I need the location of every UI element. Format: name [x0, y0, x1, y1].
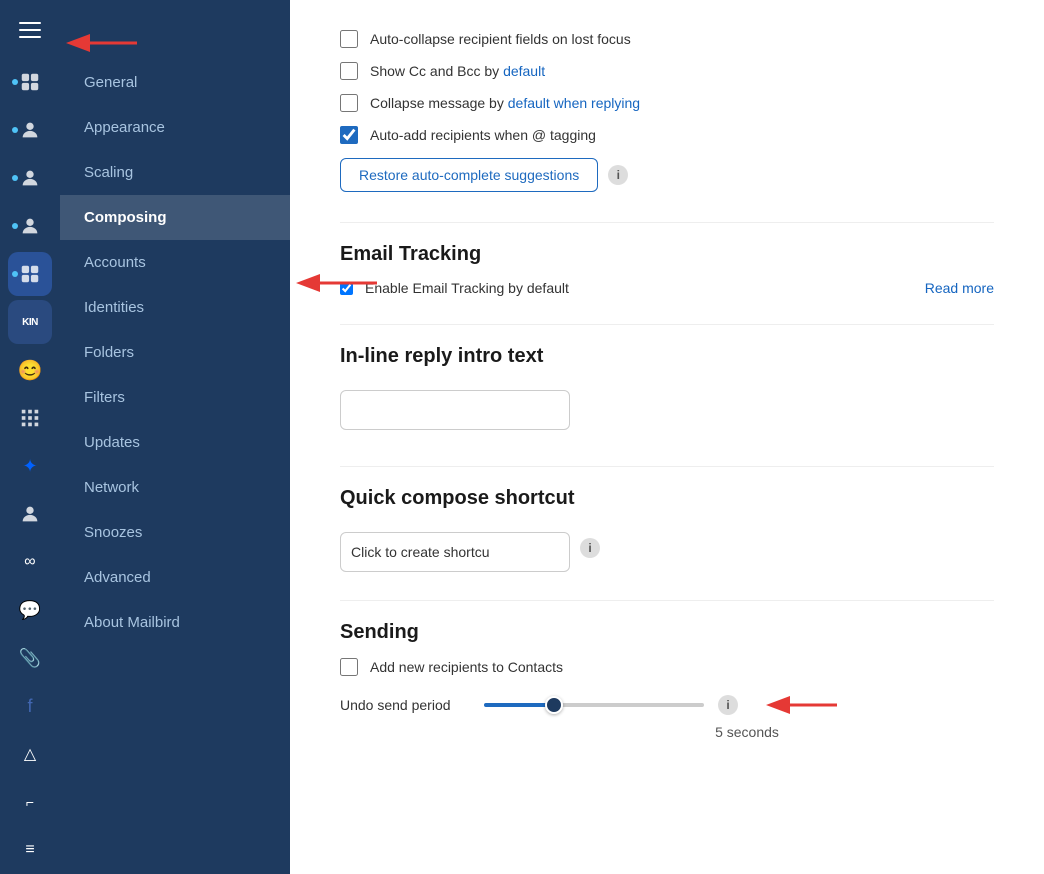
auto-add-recipients-label: Auto-add recipients when @ tagging: [370, 127, 596, 143]
rail-icon-g1[interactable]: [8, 60, 52, 104]
hamburger-menu[interactable]: [10, 10, 50, 50]
read-more-link[interactable]: Read more: [925, 280, 994, 296]
slider-info-icon[interactable]: i: [718, 695, 738, 715]
sidebar-item-network[interactable]: Network: [60, 465, 290, 510]
rail-icon-person[interactable]: [8, 492, 52, 536]
auto-collapse-label: Auto-collapse recipient fields on lost f…: [370, 31, 631, 47]
show-cc-bcc-checkbox[interactable]: [340, 62, 358, 80]
checkbox-row-1: Auto-collapse recipient fields on lost f…: [340, 30, 994, 48]
rail-icon-smiley[interactable]: 😊: [8, 348, 52, 392]
dot-indicator: [12, 79, 18, 85]
auto-collapse-checkbox[interactable]: [340, 30, 358, 48]
rail-icon-grid[interactable]: [8, 396, 52, 440]
restore-info-icon[interactable]: i: [608, 165, 628, 185]
sidebar-item-filters[interactable]: Filters: [60, 375, 290, 420]
undo-send-value: 5 seconds: [500, 724, 994, 740]
rail-icon-user1[interactable]: [8, 108, 52, 152]
quick-compose-title: Quick compose shortcut: [340, 487, 994, 510]
rail-icon-dropbox[interactable]: ✦: [8, 444, 52, 488]
restore-button[interactable]: Restore auto-complete suggestions: [340, 158, 598, 192]
quick-compose-input[interactable]: [340, 532, 570, 572]
email-tracking-title: Email Tracking: [340, 243, 994, 266]
restore-row: Restore auto-complete suggestions i: [340, 158, 994, 192]
sidebar-item-general[interactable]: General: [60, 60, 290, 105]
sidebar-item-scaling[interactable]: Scaling: [60, 150, 290, 195]
sidebar-item-appearance[interactable]: Appearance: [60, 105, 290, 150]
default-replying-highlight: default when replying: [508, 95, 640, 111]
dot-indicator: [12, 271, 18, 277]
sidebar: General Appearance Scaling Composing Acc…: [60, 0, 290, 874]
add-recipients-row: Add new recipients to Contacts: [340, 658, 994, 676]
divider-4: [340, 600, 994, 601]
rail-icon-clip2[interactable]: ⌐: [8, 780, 52, 824]
sidebar-item-folders[interactable]: Folders: [60, 330, 290, 375]
rail-icon-g2[interactable]: [8, 252, 52, 296]
tracking-left: Enable Email Tracking by default: [340, 280, 569, 296]
rail-icon-user2[interactable]: [8, 156, 52, 200]
rail-icon-drive[interactable]: △: [8, 732, 52, 776]
checkbox-row-3: Collapse message by default when replyin…: [340, 94, 994, 112]
email-tracking-checkbox[interactable]: [340, 282, 353, 295]
icon-rail: KIN 😊 ✦ ∞ 💬 📎 f △ ⌐ ≡: [0, 0, 60, 874]
sidebar-item-snoozes[interactable]: Snoozes: [60, 510, 290, 555]
rail-icon-kin[interactable]: KIN: [8, 300, 52, 344]
checkbox-row-4: Auto-add recipients when @ tagging: [340, 126, 994, 144]
auto-add-recipients-checkbox[interactable]: [340, 126, 358, 144]
slider-row: Undo send period i: [340, 690, 994, 720]
inline-reply-input[interactable]: [340, 390, 570, 430]
rail-icon-infinity[interactable]: ∞: [8, 540, 52, 584]
collapse-message-checkbox[interactable]: [340, 94, 358, 112]
dot-indicator: [12, 127, 18, 133]
rail-icon-facebook[interactable]: f: [8, 684, 52, 728]
sidebar-item-updates[interactable]: Updates: [60, 420, 290, 465]
divider-1: [340, 222, 994, 223]
main-content: Auto-collapse recipient fields on lost f…: [290, 0, 1044, 874]
sending-title: Sending: [340, 621, 994, 644]
rail-icon-layers[interactable]: ≡: [8, 828, 52, 872]
dot-indicator: [12, 223, 18, 229]
shortcut-info-icon[interactable]: i: [580, 538, 600, 558]
email-tracking-label: Enable Email Tracking by default: [365, 280, 569, 296]
checkbox-row-2: Show Cc and Bcc by default: [340, 62, 994, 80]
rail-icon-attach[interactable]: 📎: [8, 636, 52, 680]
undo-send-label: Undo send period: [340, 697, 470, 713]
sidebar-item-composing[interactable]: Composing: [60, 195, 290, 240]
divider-3: [340, 466, 994, 467]
dot-indicator: [12, 175, 18, 181]
collapse-message-label: Collapse message by default when replyin…: [370, 95, 640, 111]
default-highlight: default: [503, 63, 545, 79]
sidebar-item-about[interactable]: About Mailbird: [60, 600, 290, 645]
sidebar-item-accounts[interactable]: Accounts: [60, 240, 290, 285]
sidebar-item-identities[interactable]: Identities: [60, 285, 290, 330]
add-recipients-label: Add new recipients to Contacts: [370, 659, 563, 675]
undo-send-slider[interactable]: [484, 703, 704, 707]
divider-2: [340, 324, 994, 325]
sidebar-item-advanced[interactable]: Advanced: [60, 555, 290, 600]
annotation-arrow-3: [762, 690, 842, 720]
add-recipients-checkbox[interactable]: [340, 658, 358, 676]
shortcut-row: i: [340, 524, 994, 572]
inline-reply-title: In-line reply intro text: [340, 345, 994, 368]
rail-icon-user3[interactable]: [8, 204, 52, 248]
rail-icon-whatsapp[interactable]: 💬: [8, 588, 52, 632]
show-cc-bcc-label: Show Cc and Bcc by default: [370, 63, 545, 79]
tracking-row: Enable Email Tracking by default Read mo…: [340, 280, 994, 296]
